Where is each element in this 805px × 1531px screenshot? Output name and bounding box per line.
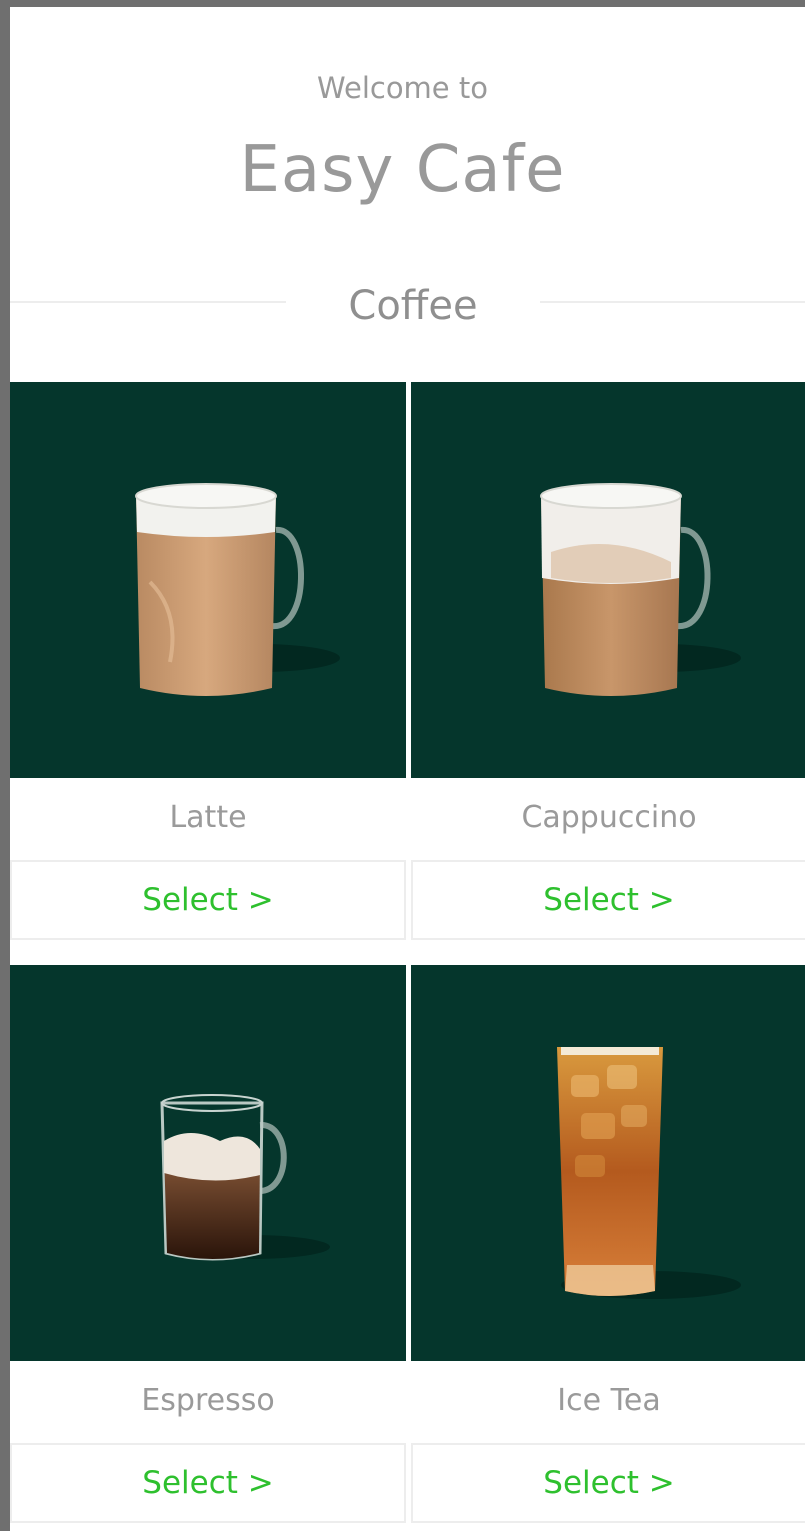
select-ice-tea-button[interactable]: Select > [411, 1443, 805, 1523]
product-name: Latte [169, 800, 247, 835]
app-frame: Welcome to Easy Cafe Coffee Latte Select… [0, 0, 805, 1531]
latte-image [10, 382, 406, 778]
cafe-menu-page: Welcome to Easy Cafe Coffee Latte Select… [10, 7, 805, 1531]
cappuccino-image [411, 382, 805, 778]
select-latte-button[interactable]: Select > [10, 860, 406, 940]
page-title: Easy Cafe [239, 133, 566, 207]
product-name: Cappuccino [521, 800, 697, 835]
ice-tea-image [411, 965, 805, 1361]
espresso-image [10, 965, 406, 1361]
product-name: Espresso [141, 1383, 275, 1418]
welcome-text: Welcome to [317, 71, 488, 105]
section-title: Coffee [348, 283, 478, 329]
section-divider-right [540, 301, 805, 303]
select-espresso-button[interactable]: Select > [10, 1443, 406, 1523]
product-name: Ice Tea [557, 1383, 661, 1418]
select-cappuccino-button[interactable]: Select > [411, 860, 805, 940]
section-divider-left [10, 301, 286, 303]
